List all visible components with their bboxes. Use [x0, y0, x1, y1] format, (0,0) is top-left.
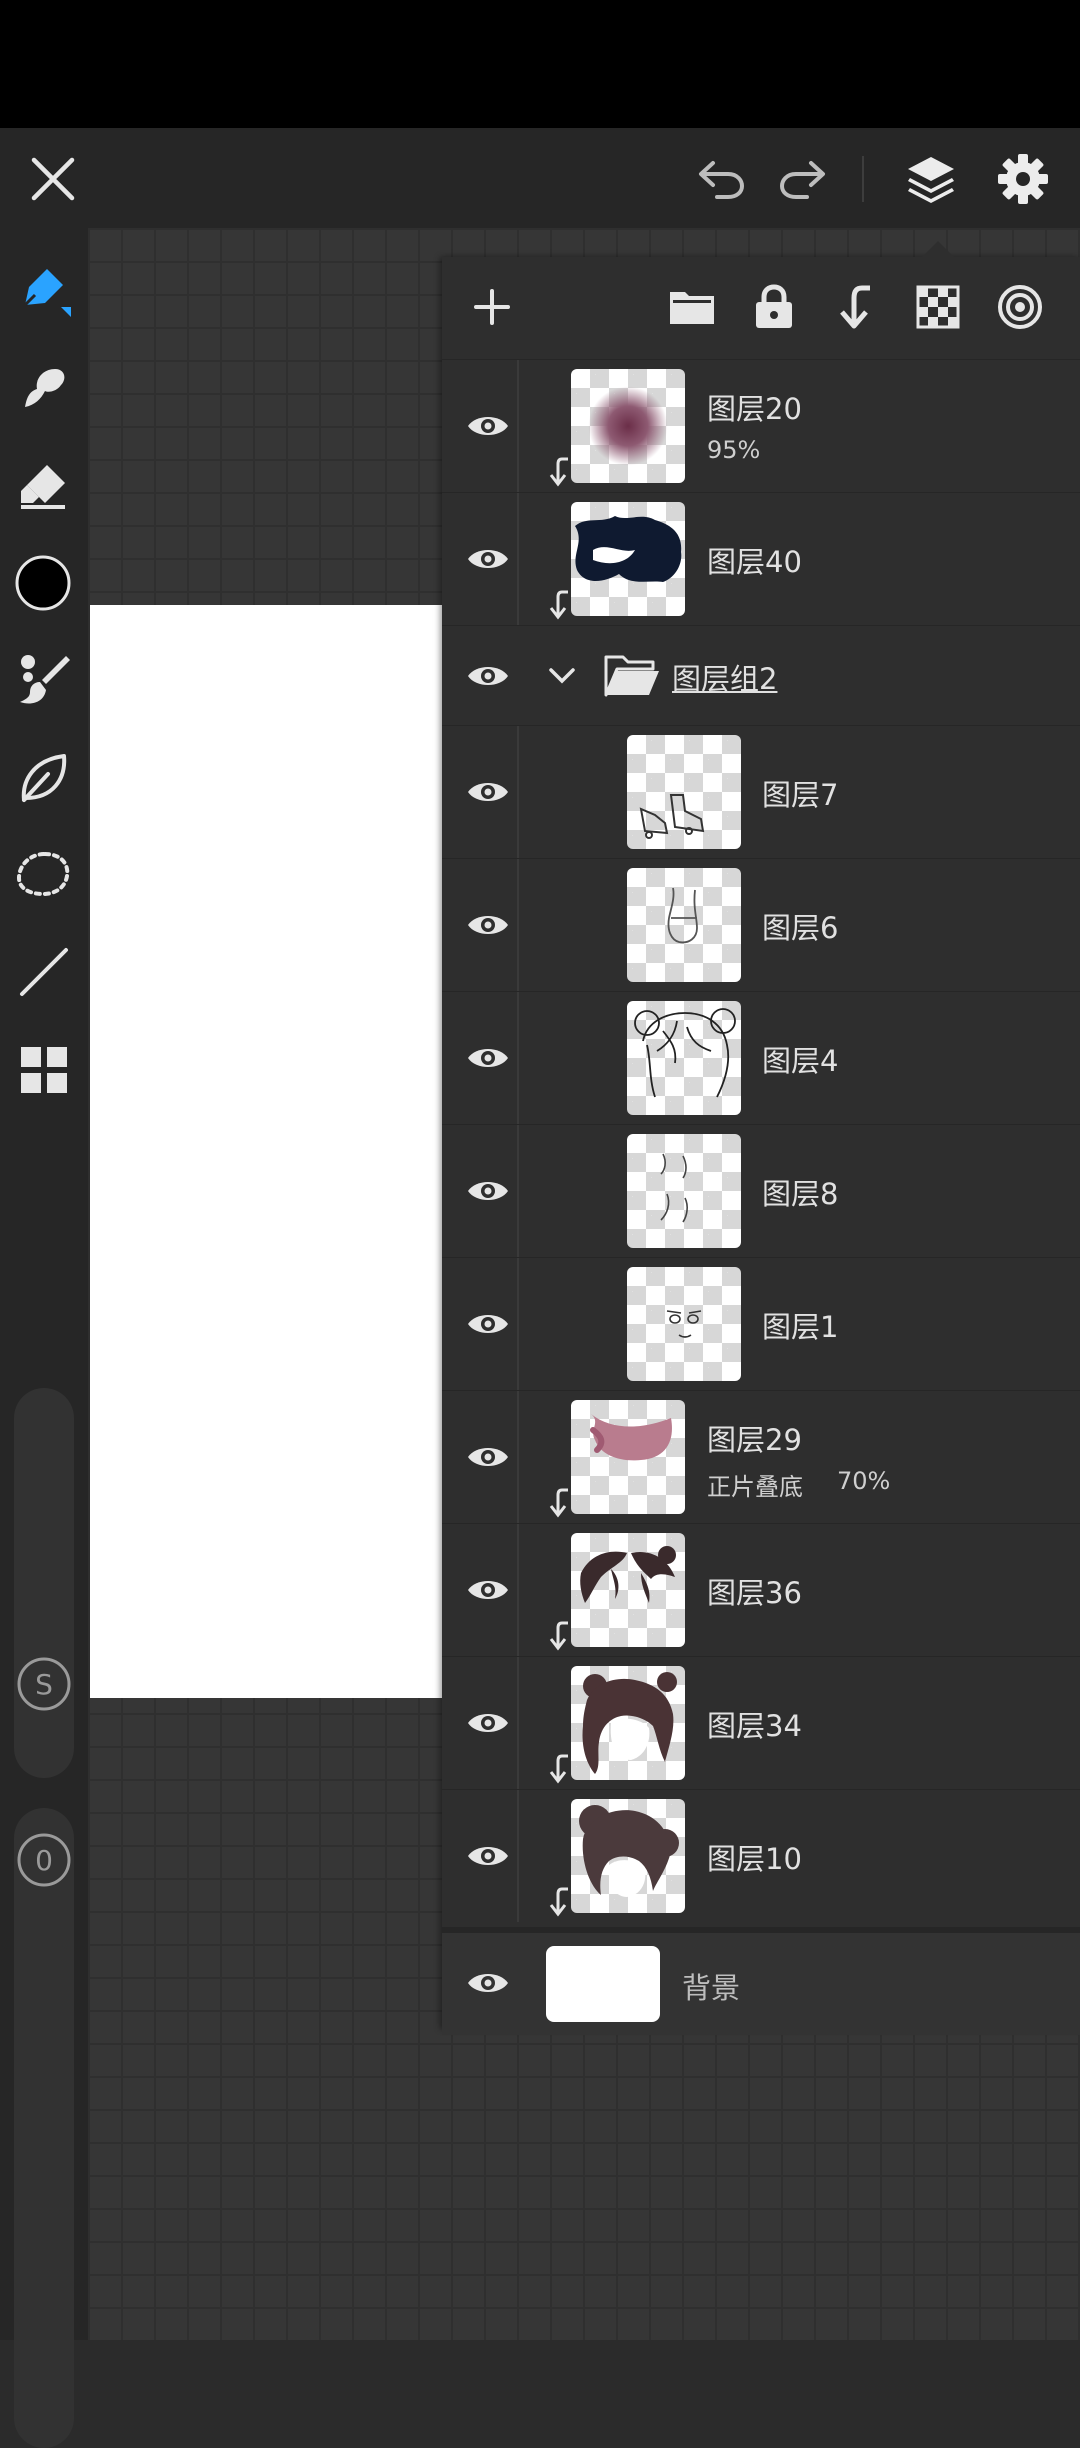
layer-name: 图层20	[707, 392, 802, 426]
redo-icon[interactable]	[772, 148, 834, 210]
layer-name: 图层34	[707, 1709, 802, 1743]
eye-icon[interactable]	[458, 1826, 518, 1886]
transparency-icon[interactable]	[908, 277, 968, 337]
layer-group-row[interactable]: 图层组2	[442, 625, 1080, 726]
chevron-down-icon[interactable]	[542, 656, 582, 696]
layer-name: 图层4	[762, 1044, 839, 1078]
layers-icon[interactable]	[898, 146, 964, 212]
layer-thumbnail	[571, 1666, 685, 1780]
layer-row[interactable]: 图层10	[442, 1789, 1080, 1922]
layer-thumbnail	[627, 1267, 741, 1381]
eye-icon[interactable]	[458, 1693, 518, 1753]
eye-icon[interactable]	[458, 762, 518, 822]
layer-thumbnail	[571, 502, 685, 616]
layer-row[interactable]: 图层8	[442, 1124, 1080, 1257]
opacity-label: 0	[35, 1843, 53, 1877]
panel-pointer	[922, 241, 954, 257]
status-bar	[0, 0, 1080, 128]
gear-icon[interactable]	[990, 146, 1056, 212]
eye-icon[interactable]	[458, 1427, 518, 1487]
close-icon[interactable]	[22, 148, 84, 210]
lasso-icon[interactable]	[12, 842, 76, 906]
opacity-indicator: 0	[14, 1830, 74, 1890]
layer-name: 图层1	[762, 1310, 839, 1344]
clipping-mask-icon	[546, 1487, 572, 1521]
layer-blend-mode: 正片叠底	[707, 1473, 803, 1501]
blend-target-icon[interactable]	[990, 277, 1050, 337]
eye-icon[interactable]	[458, 529, 518, 589]
layers-panel: 图层20 95% 图层40 图层组2 图层7 图层6 图层4 图层8 图层1 图…	[442, 241, 1080, 2035]
layer-name: 图层8	[762, 1177, 839, 1211]
group-name[interactable]: 图层组2	[672, 656, 777, 698]
separator	[862, 156, 864, 202]
undo-icon[interactable]	[690, 148, 752, 210]
clipping-mask-icon	[546, 456, 572, 490]
eye-icon[interactable]	[458, 1560, 518, 1620]
layer-thumbnail	[571, 369, 685, 483]
layers-toolbar	[442, 257, 1080, 359]
opacity-slider[interactable]	[14, 1808, 74, 2448]
layer-row[interactable]: 图层20 95%	[442, 359, 1080, 492]
eye-icon[interactable]	[458, 1161, 518, 1221]
layer-name: 图层6	[762, 911, 839, 945]
brush-icon[interactable]	[12, 648, 76, 712]
top-bar	[0, 128, 1080, 228]
layer-thumbnail	[627, 1134, 741, 1248]
color-swatch[interactable]	[14, 554, 72, 612]
layer-row[interactable]: 图层1	[442, 1257, 1080, 1390]
grid-icon[interactable]	[12, 1038, 76, 1102]
eye-icon[interactable]	[458, 396, 518, 456]
folder-icon[interactable]	[662, 277, 722, 337]
line-icon[interactable]	[12, 940, 76, 1004]
eye-icon[interactable]	[458, 1028, 518, 1088]
layer-row[interactable]: 图层6	[442, 858, 1080, 991]
background-layer-row[interactable]: 背景	[442, 1927, 1080, 2035]
clipping-mask-icon	[546, 589, 572, 623]
layer-name: 图层36	[707, 1576, 802, 1610]
clipping-mask-icon	[546, 1620, 572, 1654]
eye-icon[interactable]	[458, 646, 518, 706]
eye-icon[interactable]	[458, 895, 518, 955]
smudge-icon[interactable]	[12, 356, 76, 420]
layer-opacity: 95%	[707, 436, 761, 464]
drawing-canvas[interactable]	[90, 605, 442, 1698]
layer-thumbnail	[627, 735, 741, 849]
layer-row[interactable]: 图层4	[442, 991, 1080, 1124]
layer-name: 图层40	[707, 545, 802, 579]
add-layer-icon[interactable]	[462, 277, 522, 337]
lock-icon[interactable]	[744, 277, 804, 337]
layer-name: 图层7	[762, 778, 839, 812]
pen-icon[interactable]	[12, 258, 76, 322]
layer-opacity: 70%	[837, 1467, 891, 1495]
layer-row[interactable]: 图层29 正片叠底 70%	[442, 1390, 1080, 1523]
clip-icon[interactable]	[826, 277, 886, 337]
layer-thumbnail	[571, 1799, 685, 1913]
folder-open-icon	[602, 650, 662, 702]
layer-thumbnail	[571, 1533, 685, 1647]
layer-name: 图层10	[707, 1842, 802, 1876]
layer-name: 背景	[682, 1971, 741, 2005]
layer-row[interactable]: 图层7	[442, 725, 1080, 858]
clipping-mask-icon	[546, 1753, 572, 1787]
leaf-icon[interactable]	[12, 746, 76, 810]
size-slider[interactable]	[14, 1388, 74, 1778]
clipping-mask-icon	[546, 1886, 572, 1920]
layer-name: 图层29	[707, 1423, 802, 1457]
eraser-icon[interactable]	[12, 454, 76, 518]
layer-thumbnail	[571, 1400, 685, 1514]
layer-row[interactable]: 图层34	[442, 1656, 1080, 1789]
layer-thumbnail	[627, 1001, 741, 1115]
eye-icon[interactable]	[458, 1953, 518, 2013]
layer-row[interactable]: 图层36	[442, 1523, 1080, 1656]
layer-thumbnail	[546, 1946, 660, 2022]
layer-row[interactable]: 图层40	[442, 492, 1080, 625]
layer-thumbnail	[627, 868, 741, 982]
size-indicator: S	[14, 1654, 74, 1714]
eye-icon[interactable]	[458, 1294, 518, 1354]
size-label: S	[35, 1667, 53, 1701]
tool-bar: S 0	[0, 228, 88, 2448]
